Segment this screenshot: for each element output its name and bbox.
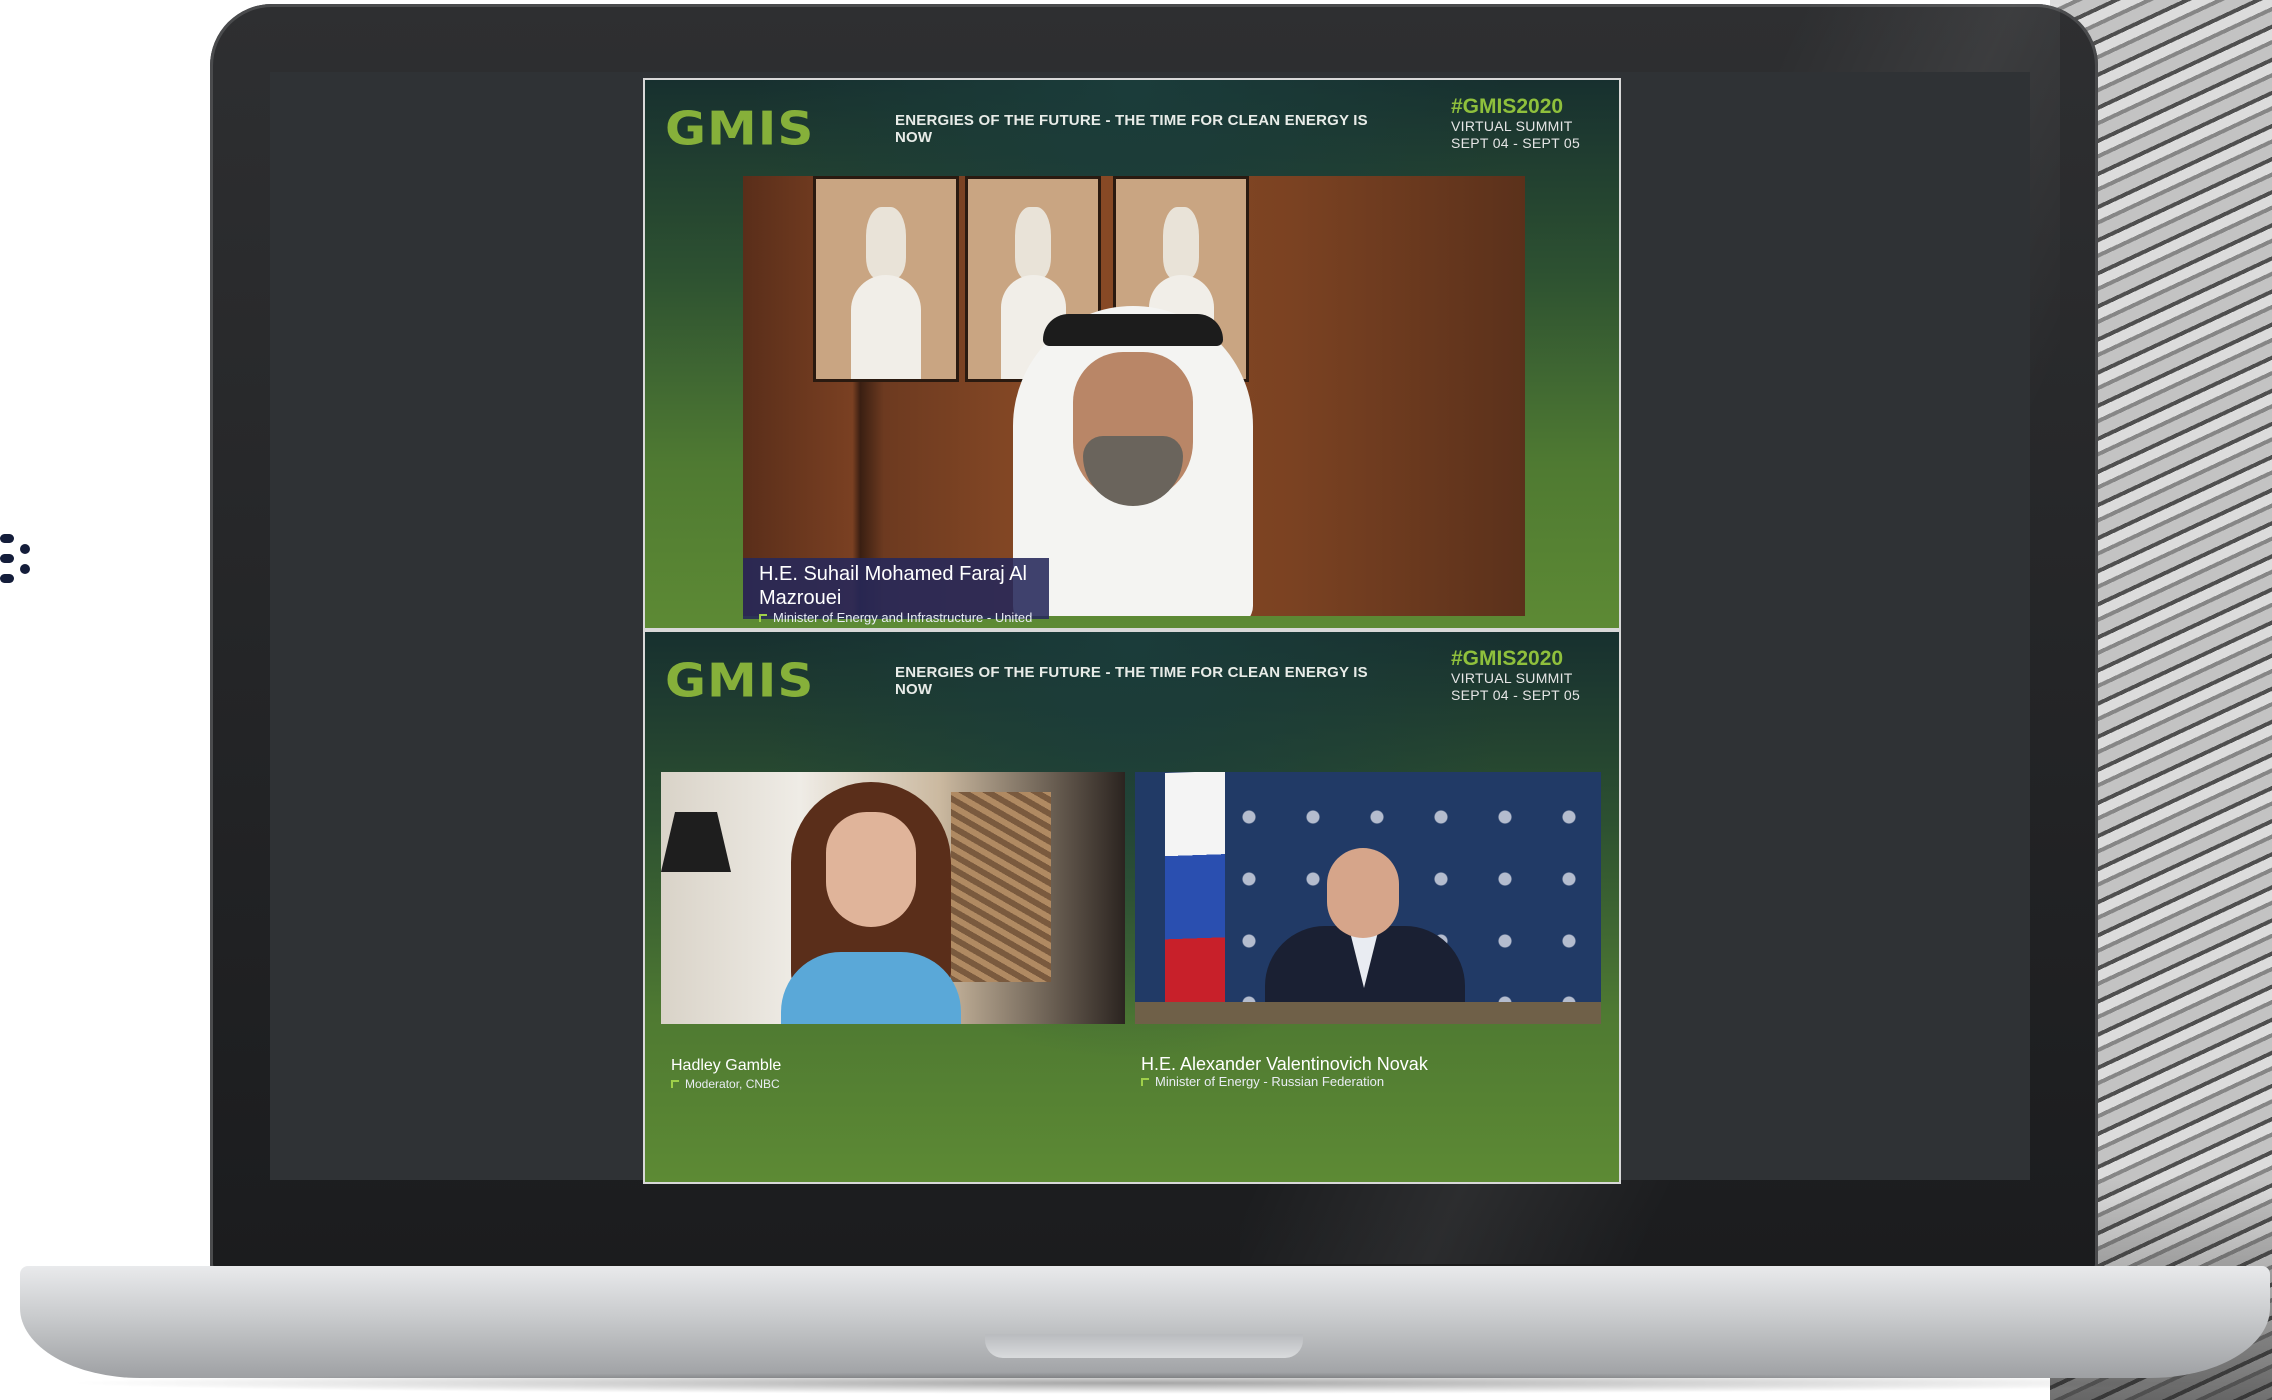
event-info: #GMIS2020 VIRTUAL SUMMIT SEPT 04 - SEPT … <box>1451 648 1601 704</box>
minister-video-feed[interactable] <box>1135 772 1601 1024</box>
speaker-role: Minister of Energy and Infrastructure - … <box>759 610 1037 628</box>
event-tagline: ENERGIES OF THE FUTURE - THE TIME FOR CL… <box>895 112 1368 146</box>
gmis-logo: GMIS <box>665 654 815 708</box>
minister-figure <box>1265 848 1465 1024</box>
partial-logo-mark <box>0 530 40 590</box>
video-panel-discussion: GMIS ENERGIES OF THE FUTURE - THE TIME F… <box>645 632 1619 1182</box>
laptop-opening-notch <box>985 1334 1303 1358</box>
speaker-role: Moderator, CNBC <box>671 1076 781 1092</box>
laptop-base <box>20 1266 2270 1378</box>
speaker-name: H.E. Suhail Mohamed Faraj Al Mazrouei <box>759 563 1027 609</box>
event-info: #GMIS2020 VIRTUAL SUMMIT SEPT 04 - SEPT … <box>1451 96 1601 152</box>
speaker-role: Minister of Energy - Russian Federation <box>1141 1074 1428 1090</box>
moderator-caption: Hadley Gamble Moderator, CNBC <box>671 1056 781 1092</box>
speaker-name: H.E. Alexander Valentinovich Novak <box>1141 1054 1428 1074</box>
moderator-figure <box>771 782 971 1024</box>
russia-flag <box>1165 772 1225 1024</box>
moderator-video-feed[interactable] <box>661 772 1125 1024</box>
desk <box>1135 1002 1601 1024</box>
event-type: VIRTUAL SUMMIT <box>1451 118 1573 134</box>
laptop-shadow <box>60 1372 2220 1394</box>
speaker-lower-third: H.E. Suhail Mohamed Faraj Al Mazrouei Mi… <box>743 558 1049 628</box>
video-panel-keynote: GMIS ENERGIES OF THE FUTURE - THE TIME F… <box>645 80 1619 628</box>
event-hashtag: #GMIS2020 <box>1451 95 1564 118</box>
speaker-name: Hadley Gamble <box>671 1057 782 1074</box>
video-stage: GMIS ENERGIES OF THE FUTURE - THE TIME F… <box>643 78 1621 1184</box>
lamp <box>661 812 731 872</box>
event-tagline: ENERGIES OF THE FUTURE - THE TIME FOR CL… <box>895 664 1368 698</box>
event-dates: SEPT 04 - SEPT 05 <box>1451 135 1581 151</box>
event-dates: SEPT 04 - SEPT 05 <box>1451 687 1581 703</box>
event-type: VIRTUAL SUMMIT <box>1451 670 1573 686</box>
gmis-logo: GMIS <box>665 102 815 156</box>
speaker-video-feed[interactable] <box>743 176 1525 616</box>
wall-portrait <box>813 176 959 382</box>
event-hashtag: #GMIS2020 <box>1451 647 1564 670</box>
minister-caption: H.E. Alexander Valentinovich Novak Minis… <box>1141 1054 1428 1090</box>
